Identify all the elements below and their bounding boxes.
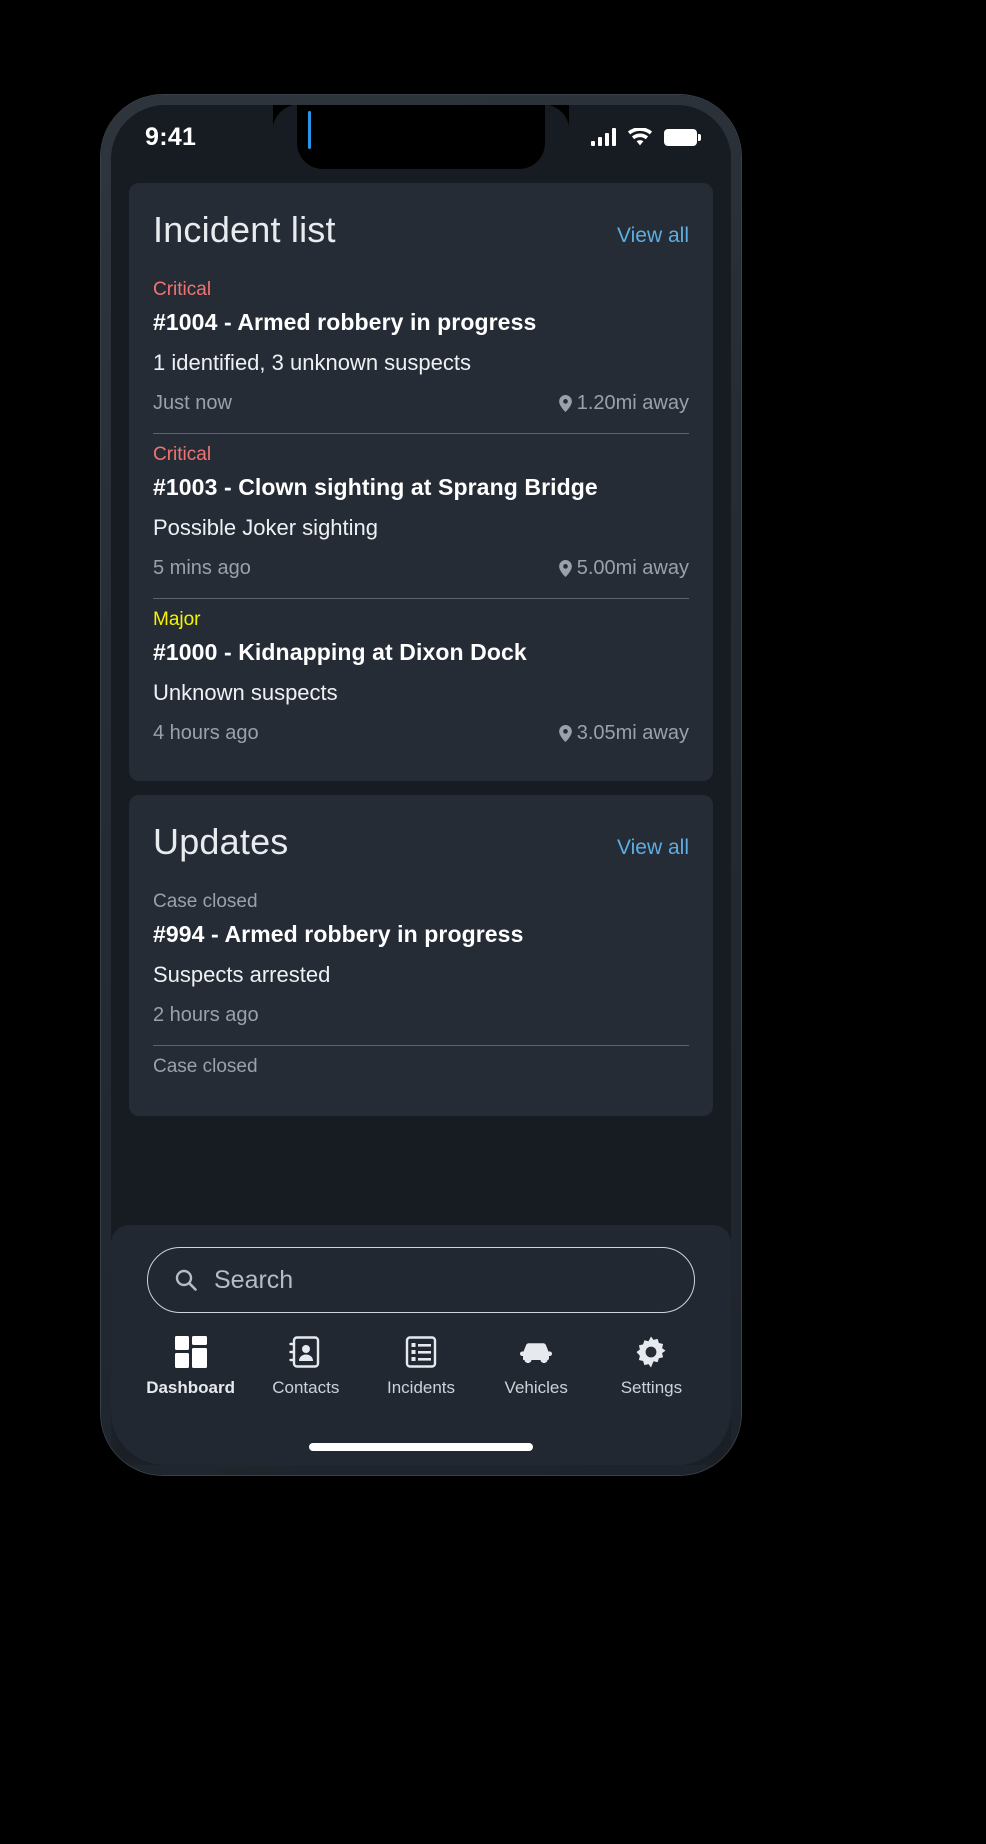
updates-view-all-link[interactable]: View all xyxy=(617,836,689,860)
incident-distance-group: 3.05mi away xyxy=(558,722,689,745)
incident-row[interactable]: Critical #1004 - Armed robbery in progre… xyxy=(153,269,689,433)
home-indicator[interactable] xyxy=(309,1443,533,1451)
update-row[interactable]: Case closed xyxy=(153,1045,689,1098)
tab-incidents[interactable]: Incidents xyxy=(363,1335,478,1398)
status-badge: Major xyxy=(153,609,201,630)
update-time: 2 hours ago xyxy=(153,1004,259,1026)
status-badge: Critical xyxy=(153,279,212,300)
update-meta: 2 hours ago xyxy=(153,1004,689,1039)
tab-label-contacts: Contacts xyxy=(272,1378,340,1397)
incident-title: #1003 - Clown sighting at Sprang Bridge xyxy=(153,474,598,500)
map-pin-icon xyxy=(558,560,572,577)
incident-time: Just now xyxy=(153,392,232,414)
status-bar-icons xyxy=(591,127,701,147)
status-bar-time: 9:41 xyxy=(145,122,197,151)
updates-title: Updates xyxy=(153,821,289,862)
incident-distance-group: 1.20mi away xyxy=(558,392,689,415)
search-icon xyxy=(175,1269,197,1291)
incident-row[interactable]: Critical #1003 - Clown sighting at Spran… xyxy=(153,433,689,598)
update-description: Suspects arrested xyxy=(153,962,331,987)
incident-description: 1 identified, 3 unknown suspects xyxy=(153,350,471,375)
dashboard-grid-icon xyxy=(174,1336,207,1368)
update-row[interactable]: Case closed #994 - Armed robbery in prog… xyxy=(153,881,689,1045)
gear-icon xyxy=(636,1336,666,1368)
tab-dashboard[interactable]: Dashboard xyxy=(133,1335,248,1398)
device-notch xyxy=(297,105,545,169)
bottom-bar: Search Dashboard Contacts Incidents Vehi… xyxy=(111,1225,731,1465)
incident-title: #1004 - Armed robbery in progress xyxy=(153,309,537,335)
cellular-bars-icon xyxy=(591,128,616,146)
tab-label-incidents: Incidents xyxy=(386,1378,456,1397)
tab-contacts[interactable]: Contacts xyxy=(248,1335,363,1398)
contacts-person-icon xyxy=(289,1336,319,1368)
notch-accent-marker xyxy=(308,111,311,149)
notch-shoulder-right xyxy=(543,105,569,131)
incident-time: 5 mins ago xyxy=(153,557,251,579)
tab-settings[interactable]: Settings xyxy=(594,1335,709,1398)
map-pin-icon xyxy=(558,725,572,742)
tab-label-dashboard: Dashboard xyxy=(146,1378,235,1397)
search-placeholder: Search xyxy=(214,1265,294,1294)
notch-shoulder-left xyxy=(273,105,299,131)
wifi-icon xyxy=(627,127,653,145)
incident-title: #1000 - Kidnapping at Dixon Dock xyxy=(153,639,527,665)
incident-description: Unknown suspects xyxy=(153,680,338,705)
car-icon xyxy=(520,1343,553,1364)
incident-meta: 5 mins ago 5.00mi away xyxy=(153,557,689,592)
incident-distance: 5.00mi away xyxy=(576,557,689,579)
update-status-badge: Case closed xyxy=(153,1056,258,1077)
map-pin-icon xyxy=(558,395,572,412)
incident-meta: 4 hours ago 3.05mi away xyxy=(153,722,689,757)
incident-distance: 1.20mi away xyxy=(576,392,689,414)
incident-row[interactable]: Major #1000 - Kidnapping at Dixon Dock U… xyxy=(153,598,689,763)
status-badge: Critical xyxy=(153,444,212,465)
incident-meta: Just now 1.20mi away xyxy=(153,392,689,427)
incident-list-card: Incident list View all Critical #1004 - … xyxy=(129,183,713,781)
tab-bar: Dashboard Contacts Incidents Vehicles Se… xyxy=(111,1313,731,1398)
page-title: Incident list xyxy=(153,209,336,250)
update-status-badge: Case closed xyxy=(153,891,258,912)
tab-label-settings: Settings xyxy=(620,1378,683,1397)
tab-label-vehicles: Vehicles xyxy=(504,1378,568,1397)
phone-screen: 9:41 Incident list View all Critical #10… xyxy=(111,105,731,1465)
tab-vehicles[interactable]: Vehicles xyxy=(479,1335,594,1398)
phone-device-frame: 9:41 Incident list View all Critical #10… xyxy=(101,95,741,1475)
search-input[interactable]: Search xyxy=(147,1247,695,1313)
list-icon xyxy=(405,1336,437,1368)
screenshot-root: 9:41 Incident list View all Critical #10… xyxy=(0,0,986,1844)
incident-list-header: Incident list View all xyxy=(153,209,689,251)
incident-description: Possible Joker sighting xyxy=(153,515,379,540)
incident-view-all-link[interactable]: View all xyxy=(617,224,689,248)
incident-distance: 3.05mi away xyxy=(576,722,689,744)
search-area: Search xyxy=(111,1225,731,1313)
battery-full-icon xyxy=(664,128,701,146)
updates-card: Updates View all Case closed #994 - Arme… xyxy=(129,795,713,1116)
updates-header: Updates View all xyxy=(153,821,689,863)
incident-time: 4 hours ago xyxy=(153,722,259,744)
incident-distance-group: 5.00mi away xyxy=(558,557,689,580)
update-title: #994 - Armed robbery in progress xyxy=(153,921,524,947)
